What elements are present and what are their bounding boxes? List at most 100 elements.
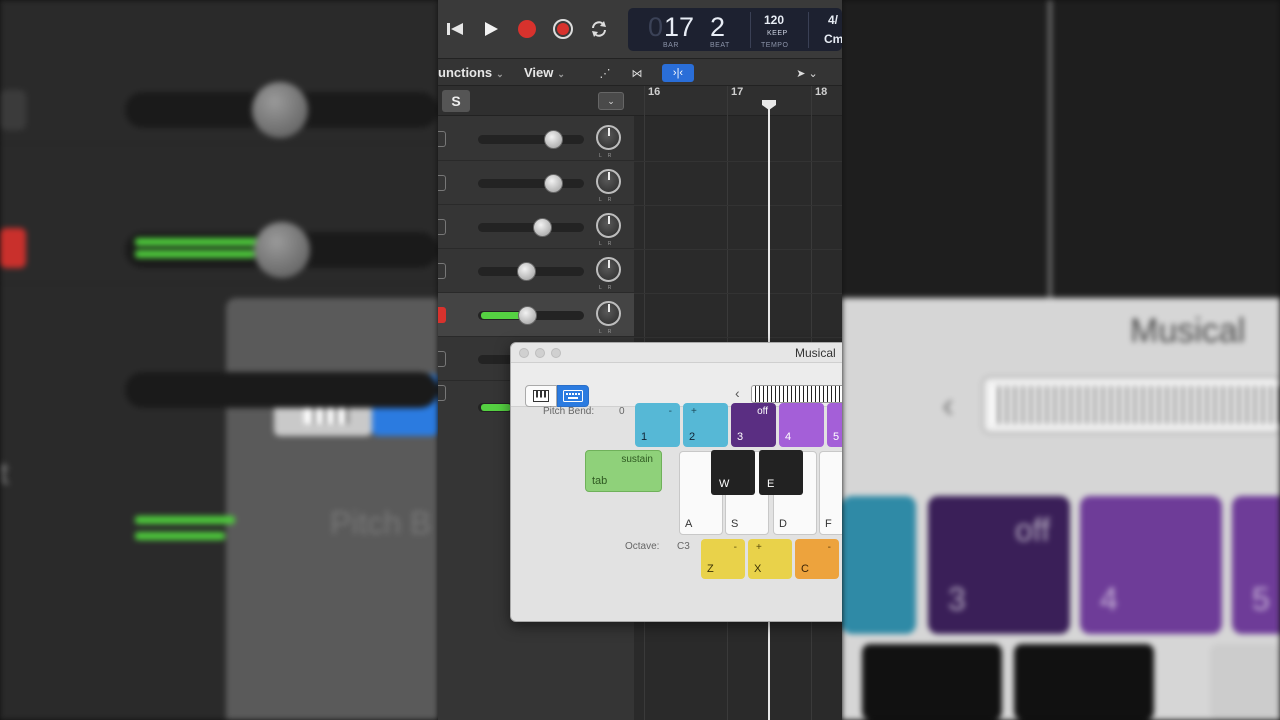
beat-value: 2 xyxy=(710,12,726,42)
play-icon xyxy=(485,22,498,36)
track-row[interactable]: LR xyxy=(438,117,634,161)
tempo-label: TEMPO xyxy=(761,42,789,49)
track-button[interactable] xyxy=(438,351,446,367)
capture-recording-button[interactable] xyxy=(550,16,576,42)
track-row-selected[interactable]: LR xyxy=(438,293,634,337)
blurred-meter xyxy=(135,250,255,258)
window-title: Musical xyxy=(795,346,836,360)
tempo-value: 120 xyxy=(764,13,785,27)
play-button[interactable] xyxy=(478,16,504,42)
skip-back-icon xyxy=(447,23,463,35)
record-button[interactable] xyxy=(514,16,540,42)
black-key-w[interactable]: W xyxy=(711,450,755,495)
track-button[interactable] xyxy=(438,385,446,401)
volume-fader[interactable] xyxy=(478,262,584,281)
rewind-to-start-button[interactable] xyxy=(442,16,468,42)
pitch-bend-up-key[interactable]: + 2 xyxy=(683,403,728,447)
fader-thumb[interactable] xyxy=(544,174,563,193)
white-key-f[interactable]: F xyxy=(819,451,842,535)
ruler-bar-number: 16 xyxy=(648,86,661,98)
pointer-tool-button[interactable]: ➤ ⌄ xyxy=(790,64,824,82)
flex-button[interactable]: ⋈ xyxy=(624,64,650,82)
blurred-text: t xyxy=(0,455,9,491)
volume-fader[interactable] xyxy=(478,218,584,237)
pan-knob[interactable] xyxy=(596,169,621,194)
keyboard-mode-button[interactable] xyxy=(557,385,589,407)
volume-fader[interactable] xyxy=(478,174,584,193)
bar-label: BAR xyxy=(663,42,679,49)
minimize-button[interactable] xyxy=(535,348,545,358)
chevron-left-icon: ‹ xyxy=(942,384,954,425)
octave-up-key[interactable]: + X xyxy=(748,539,792,579)
fader-thumb[interactable] xyxy=(533,218,552,237)
piano-icon xyxy=(533,390,549,402)
time-signature: 4/ xyxy=(828,13,839,27)
fader-thumb[interactable] xyxy=(544,130,563,149)
volume-fader[interactable] xyxy=(478,306,584,325)
piano-mode-button[interactable] xyxy=(525,385,557,407)
modulation-off-key[interactable]: off 3 xyxy=(731,403,776,447)
blurred-left-background: t Pitch B xyxy=(0,0,438,720)
pitch-bend-down-key[interactable]: - 1 xyxy=(635,403,680,447)
solo-button[interactable]: S xyxy=(442,90,470,112)
track-button[interactable] xyxy=(438,131,446,147)
pan-knob[interactable] xyxy=(596,213,621,238)
blurred-record-badge xyxy=(0,228,26,268)
bar-value: 17 xyxy=(664,12,695,42)
track-header-bar: S ⌄ xyxy=(438,86,634,116)
keyboard-range-selector[interactable] xyxy=(751,385,842,403)
track-options-button[interactable]: ⌄ xyxy=(598,92,624,110)
zoom-button[interactable] xyxy=(551,348,561,358)
functions-menu[interactable]: unctions ⌄ xyxy=(438,65,504,80)
track-row[interactable]: LR xyxy=(438,205,634,249)
view-menu[interactable]: View ⌄ xyxy=(524,65,565,80)
modulation-key-4[interactable]: 4 xyxy=(779,403,824,447)
blurred-key: 5 xyxy=(1232,496,1280,634)
blurred-pitch-label: Pitch B xyxy=(330,505,432,541)
flex-icon: ⋈ xyxy=(631,67,643,80)
track-button[interactable] xyxy=(438,263,446,279)
bar-ghost-digit: 0 xyxy=(648,12,664,42)
cycle-button[interactable] xyxy=(586,16,612,42)
blurred-mini-keyboard xyxy=(982,376,1280,434)
screenshot: t Pitch B Musical ‹ off 3 4 5 0 17 2 BAR… xyxy=(0,0,1280,720)
blurred-meter xyxy=(135,238,265,246)
window-toolbar: ‹ xyxy=(511,363,842,407)
fader-thumb[interactable] xyxy=(517,262,536,281)
velocity-down-key[interactable]: - C xyxy=(795,539,839,579)
lcd-display[interactable]: 0 17 2 BAR BEAT 120 KEEP TEMPO 4/ Cm xyxy=(628,8,842,51)
automation-button[interactable]: ⋰ xyxy=(590,64,620,82)
keyboard-icon xyxy=(563,390,583,402)
capture-record-icon xyxy=(553,19,573,39)
fader-thumb[interactable] xyxy=(518,306,537,325)
track-row[interactable]: LR xyxy=(438,249,634,293)
blurred-key: 4 xyxy=(1080,496,1222,634)
octave-label: Octave: xyxy=(625,541,660,552)
track-row[interactable]: LR xyxy=(438,161,634,205)
blurred-fader-thumb xyxy=(254,222,310,278)
volume-fader[interactable] xyxy=(478,130,584,149)
pan-knob[interactable] xyxy=(596,257,621,282)
sustain-key[interactable]: sustain tab xyxy=(585,450,662,492)
modulation-key-5[interactable]: 5 xyxy=(827,403,842,447)
pan-knob[interactable] xyxy=(596,301,621,326)
close-button[interactable] xyxy=(519,348,529,358)
logic-window: 0 17 2 BAR BEAT 120 KEEP TEMPO 4/ Cm unc… xyxy=(438,0,842,720)
window-titlebar[interactable]: Musical xyxy=(511,343,842,363)
catch-playhead-button[interactable]: ›|‹ xyxy=(662,64,694,82)
record-enable-button[interactable] xyxy=(438,307,446,323)
tempo-mode: KEEP xyxy=(767,30,788,37)
chevron-left-icon[interactable]: ‹ xyxy=(735,385,740,401)
ruler-bar-number: 18 xyxy=(815,86,828,98)
blurred-right-background: Musical ‹ off 3 4 5 xyxy=(842,0,1280,720)
chevron-down-icon: ⌄ xyxy=(607,95,615,106)
blurred-key: off 3 xyxy=(928,496,1070,634)
track-button[interactable] xyxy=(438,219,446,235)
octave-down-key[interactable]: - Z xyxy=(701,539,745,579)
pan-knob[interactable] xyxy=(596,125,621,150)
track-button[interactable] xyxy=(438,175,446,191)
level-meter xyxy=(481,404,511,411)
cycle-icon xyxy=(592,21,606,37)
black-key-e[interactable]: E xyxy=(759,450,803,495)
blurred-fader-thumb xyxy=(252,82,308,138)
